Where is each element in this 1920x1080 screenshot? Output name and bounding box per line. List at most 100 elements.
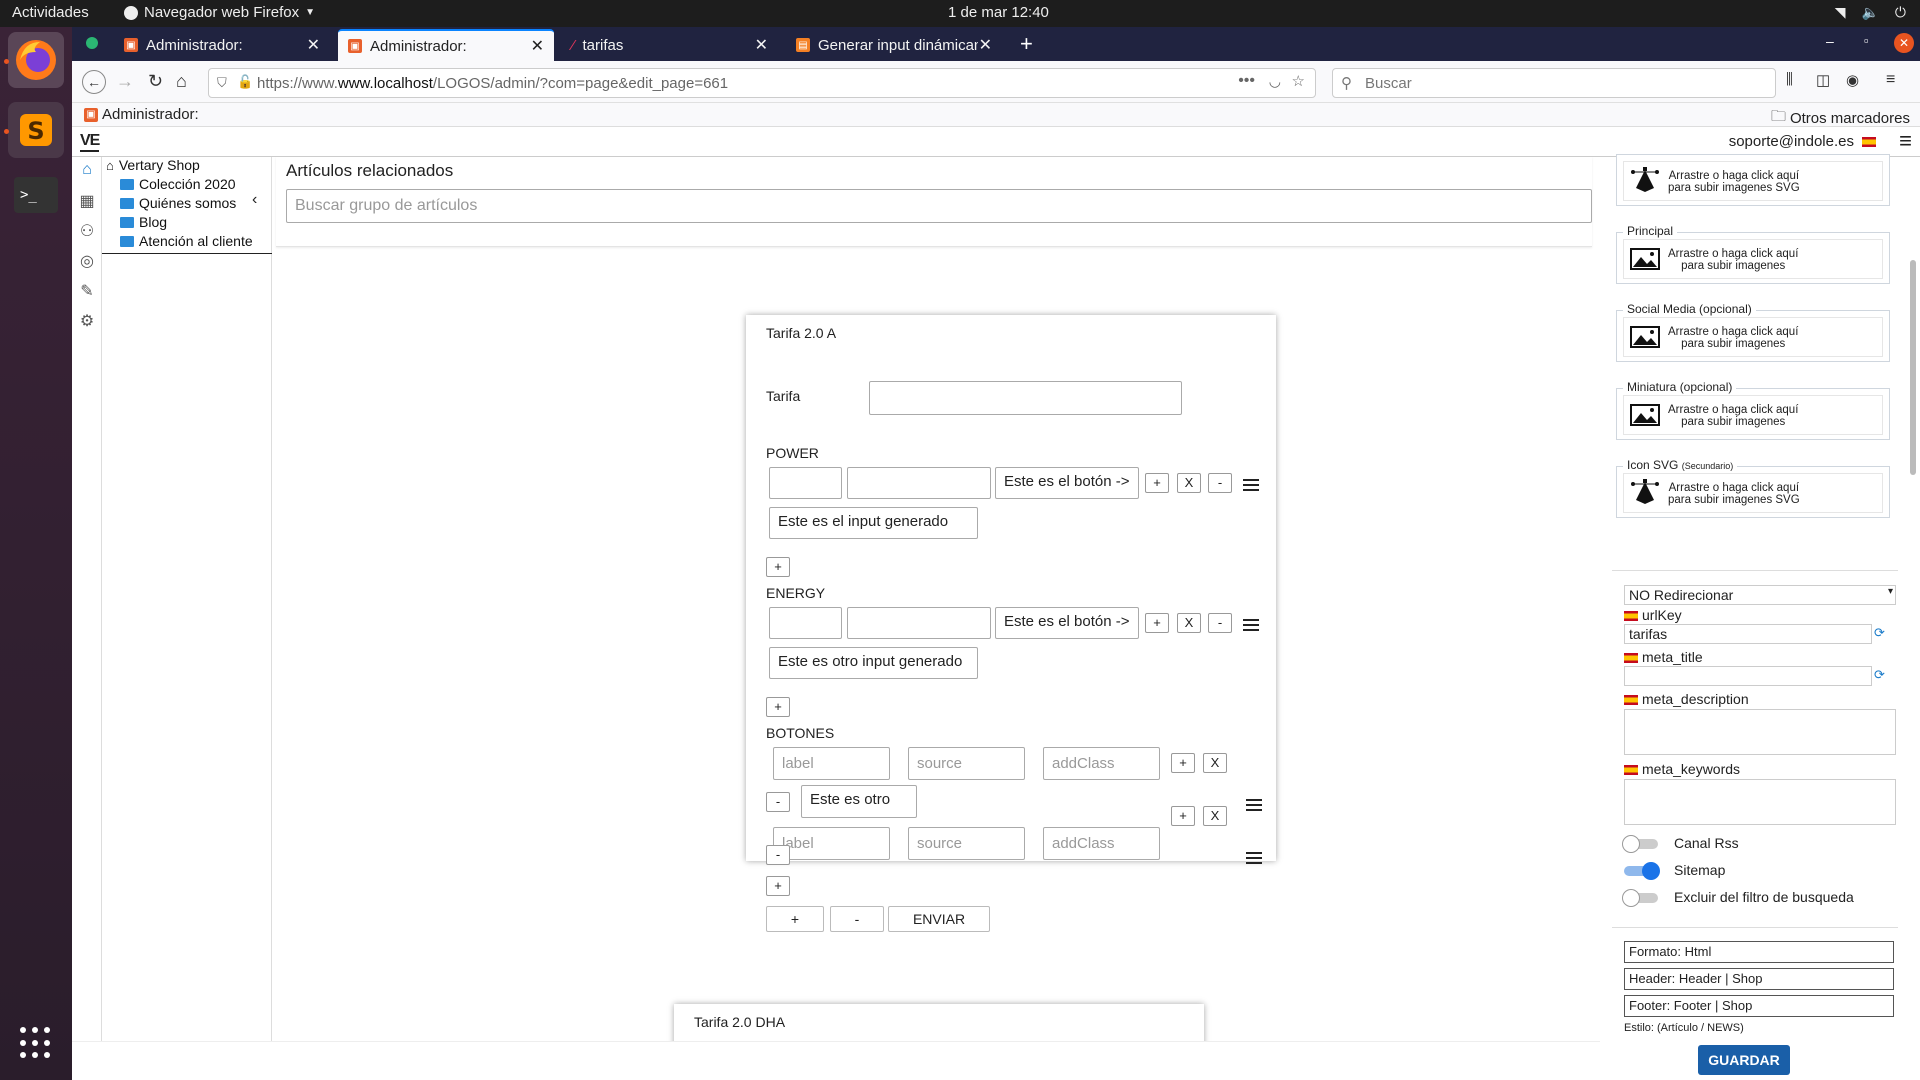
show-apps-icon[interactable] bbox=[20, 1027, 52, 1059]
footer-field[interactable]: Footer: Footer | Shop bbox=[1624, 995, 1894, 1017]
power-add-button[interactable]: + bbox=[1145, 473, 1169, 493]
new-tab-button[interactable]: + bbox=[1020, 31, 1033, 57]
tab-tarifas[interactable]: ⁄ tarifas ✕ bbox=[562, 29, 778, 61]
minimize-button[interactable]: – bbox=[1826, 33, 1834, 49]
excluir-toggle[interactable] bbox=[1622, 889, 1658, 907]
power-input-2[interactable] bbox=[847, 467, 991, 499]
boton-minus-button[interactable]: - bbox=[766, 792, 790, 812]
drag-handle-icon[interactable] bbox=[1243, 619, 1259, 631]
related-search-input[interactable]: Buscar grupo de artículos bbox=[286, 189, 1592, 223]
drag-handle-icon[interactable] bbox=[1243, 479, 1259, 491]
boton-minus-button-2[interactable]: - bbox=[766, 845, 790, 865]
redirect-select[interactable]: NO Redirecionar ▾ bbox=[1624, 585, 1896, 605]
canal-rss-toggle[interactable] bbox=[1622, 835, 1658, 853]
tree-root[interactable]: ⌂ Vertary Shop bbox=[106, 157, 200, 173]
activities-button[interactable]: Actividades bbox=[12, 4, 89, 21]
tree-item[interactable]: Quiénes somos bbox=[120, 195, 236, 211]
forward-button[interactable]: → bbox=[116, 71, 134, 92]
refresh-icon[interactable]: ⟳ bbox=[1874, 667, 1885, 683]
drag-handle-icon[interactable] bbox=[1246, 852, 1262, 864]
energy-add-row-button[interactable]: + bbox=[766, 697, 790, 717]
app-logo[interactable]: VE bbox=[80, 132, 100, 152]
header-field[interactable]: Header: Header | Shop bbox=[1624, 968, 1894, 990]
meta-title-input[interactable] bbox=[1624, 666, 1872, 686]
reload-button[interactable]: ↻ bbox=[148, 71, 163, 92]
upload-miniatura[interactable]: Miniatura (opcional) Arrastre o haga cli… bbox=[1616, 380, 1890, 440]
user-icon[interactable]: ◎ bbox=[78, 251, 96, 270]
energy-add-button[interactable]: + bbox=[1145, 613, 1169, 633]
label-input-2[interactable]: label bbox=[773, 827, 890, 860]
library-icon[interactable]: ⫼ bbox=[1786, 71, 1793, 88]
home-button[interactable]: ⌂ bbox=[176, 71, 187, 92]
settings-gear-icon[interactable]: ⚙ bbox=[78, 311, 96, 330]
system-tray[interactable]: ◥ 🔈 ⏻ bbox=[1835, 4, 1906, 21]
power-minus-button[interactable]: - bbox=[1208, 473, 1232, 493]
urlkey-input[interactable]: tarifas bbox=[1624, 624, 1872, 644]
energy-remove-button[interactable]: X bbox=[1177, 613, 1201, 633]
firefox-dock-icon[interactable] bbox=[8, 32, 64, 88]
power-input-1[interactable] bbox=[769, 467, 842, 499]
formato-field[interactable]: Formato: Html bbox=[1624, 941, 1894, 963]
guardar-button[interactable]: GUARDAR bbox=[1698, 1045, 1790, 1075]
power-button-input[interactable]: Este es el botón -> bbox=[995, 467, 1139, 499]
url-bar[interactable]: ⛉ 🔓 https://www.www.localhost/LOGOS/admi… bbox=[208, 68, 1316, 98]
collapse-chevron-icon[interactable]: ‹ bbox=[252, 191, 257, 209]
tab-overflow-icon[interactable] bbox=[86, 37, 98, 49]
close-tab-icon[interactable]: ✕ bbox=[755, 35, 768, 55]
label-input[interactable]: label bbox=[773, 747, 890, 780]
users-icon[interactable]: ⚇ bbox=[78, 221, 96, 240]
tree-item[interactable]: Atención al cliente bbox=[120, 233, 253, 249]
form-remove-button[interactable]: - bbox=[830, 906, 884, 932]
tree-item[interactable]: Blog bbox=[120, 214, 167, 230]
boton-remove-button-2[interactable]: X bbox=[1203, 806, 1227, 826]
upload-principal[interactable]: Principal Arrastre o haga click aquí para… bbox=[1616, 224, 1890, 284]
power-add-row-button[interactable]: + bbox=[766, 557, 790, 577]
home-icon[interactable]: ⌂ bbox=[78, 161, 96, 179]
upload-social-media[interactable]: Social Media (opcional) Arrastre o haga … bbox=[1616, 302, 1890, 362]
energy-button-input[interactable]: Este es el botón -> bbox=[995, 607, 1139, 639]
boton-add-row-button[interactable]: + bbox=[766, 876, 790, 896]
clock[interactable]: 1 de mar 12:40 bbox=[948, 4, 1049, 21]
power-generated-input[interactable]: Este es el input generado bbox=[769, 507, 978, 539]
close-window-button[interactable]: ✕ bbox=[1894, 33, 1914, 53]
boton-add-button-2[interactable]: + bbox=[1171, 806, 1195, 826]
edit-icon[interactable]: ✎ bbox=[78, 281, 96, 300]
tab-admin-2[interactable]: ▣ Administrador: ✕ bbox=[338, 29, 554, 61]
meta-keywords-textarea[interactable] bbox=[1624, 779, 1896, 825]
meta-description-textarea[interactable] bbox=[1624, 709, 1896, 755]
energy-generated-input[interactable]: Este es otro input generado bbox=[769, 647, 978, 679]
page-actions-icon[interactable]: ••• bbox=[1238, 72, 1255, 90]
upload-icon-svg-secondary[interactable]: Icon SVG (Secundario) Arrastre o haga cl… bbox=[1616, 458, 1890, 518]
botones-generated-input[interactable]: Este es otro bbox=[801, 785, 917, 818]
upload-svg-primary[interactable]: Arrastre o haga click aquí para subir ima… bbox=[1616, 154, 1890, 206]
store-icon[interactable]: ▦ bbox=[78, 191, 96, 210]
energy-minus-button[interactable]: - bbox=[1208, 613, 1232, 633]
tarifa-input[interactable] bbox=[869, 381, 1182, 415]
bookmark-star-icon[interactable]: ☆ bbox=[1292, 72, 1305, 90]
drag-handle-icon[interactable] bbox=[1246, 799, 1262, 811]
terminal-dock-icon[interactable]: >_ bbox=[8, 167, 64, 223]
search-bar[interactable]: ⚲ Buscar bbox=[1332, 68, 1776, 98]
addclass-input-2[interactable]: addClass bbox=[1043, 827, 1160, 860]
close-tab-icon[interactable]: ✕ bbox=[307, 35, 320, 55]
power-remove-button[interactable]: X bbox=[1177, 473, 1201, 493]
energy-input-2[interactable] bbox=[847, 607, 991, 639]
tab-admin-1[interactable]: ▣ Administrador: ✕ bbox=[114, 29, 330, 61]
sitemap-toggle[interactable] bbox=[1624, 862, 1660, 880]
tab-generar-input[interactable]: ▤ Generar input dinámicam ✕ bbox=[786, 29, 1002, 61]
bookmark-admin[interactable]: ▣ Administrador: bbox=[84, 106, 199, 123]
boton-remove-button[interactable]: X bbox=[1203, 753, 1227, 773]
menu-icon[interactable]: ≡ bbox=[1886, 71, 1895, 89]
close-tab-icon[interactable]: ✕ bbox=[531, 36, 544, 56]
pocket-icon[interactable]: ◡ bbox=[1269, 73, 1281, 90]
sidebar-icon[interactable]: ◫ bbox=[1816, 71, 1830, 89]
boton-add-button[interactable]: + bbox=[1171, 753, 1195, 773]
enviar-button[interactable]: ENVIAR bbox=[888, 906, 990, 932]
refresh-icon[interactable]: ⟳ bbox=[1874, 625, 1885, 641]
addclass-input[interactable]: addClass bbox=[1043, 747, 1160, 780]
app-menu[interactable]: Navegador web Firefox ▼ bbox=[124, 4, 315, 21]
energy-input-1[interactable] bbox=[769, 607, 842, 639]
back-button[interactable]: ← bbox=[82, 70, 106, 94]
maximize-button[interactable]: ▫ bbox=[1864, 33, 1869, 48]
right-scrollbar[interactable] bbox=[1910, 260, 1916, 475]
